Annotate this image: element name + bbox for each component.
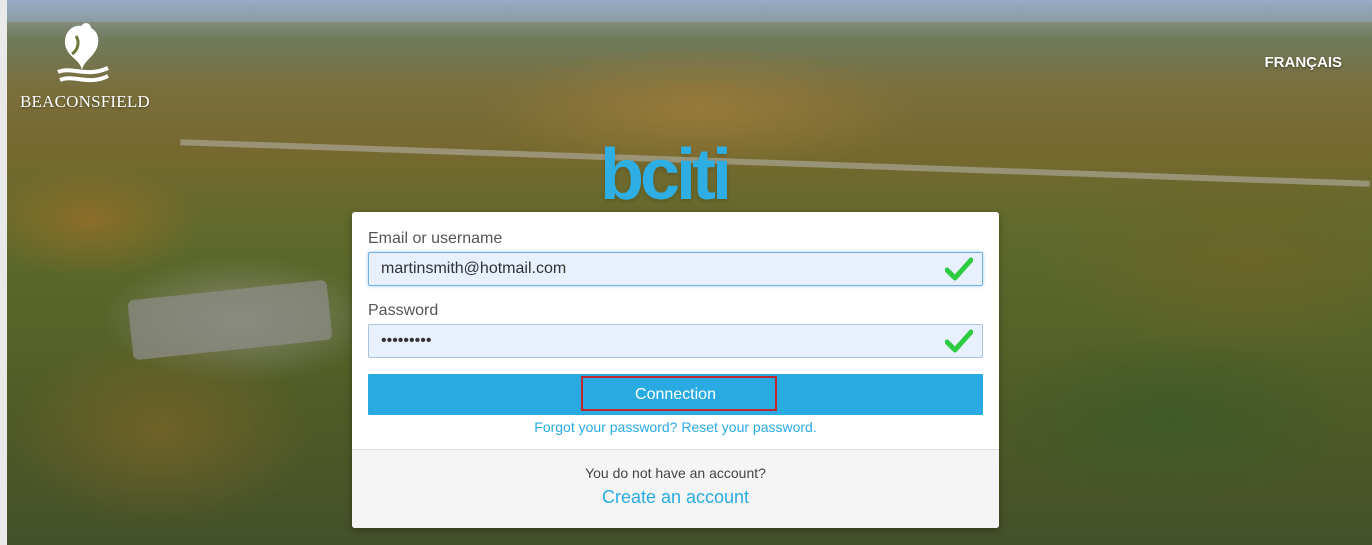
email-label: Email or username — [368, 230, 503, 247]
beaconsfield-logo-icon — [57, 23, 109, 83]
signup-section: You do not have an account? Create an ac… — [352, 449, 999, 528]
password-field-wrap — [368, 324, 983, 358]
connection-button[interactable]: Connection — [368, 374, 983, 415]
email-field-wrap — [368, 252, 983, 286]
sky-strip — [0, 0, 1372, 22]
checkmark-icon — [945, 257, 973, 281]
left-edge — [0, 0, 7, 545]
bciti-brand-logo: bciti — [600, 135, 800, 215]
checkmark-icon — [945, 329, 973, 353]
create-account-link[interactable]: Create an account — [602, 487, 749, 508]
brand-name: bciti — [600, 135, 732, 215]
beaconsfield-logo[interactable]: BEACONSFIELD — [20, 18, 150, 118]
password-label: Password — [368, 302, 439, 319]
forgot-password-link[interactable]: Forgot your password? Reset your passwor… — [368, 419, 983, 435]
email-field[interactable] — [368, 252, 983, 286]
connection-button-label: Connection — [635, 385, 716, 403]
login-card: Email or username Password Connection Fo… — [352, 212, 999, 528]
logo-text: BEACONSFIELD — [20, 92, 150, 111]
no-account-text: You do not have an account? — [585, 465, 766, 481]
language-link-francais[interactable]: FRANÇAIS — [1265, 54, 1343, 71]
password-field[interactable] — [368, 324, 983, 358]
login-page: BEACONSFIELD FRANÇAIS bciti Email or use… — [0, 0, 1372, 545]
login-form: Email or username Password Connection Fo… — [352, 212, 999, 435]
